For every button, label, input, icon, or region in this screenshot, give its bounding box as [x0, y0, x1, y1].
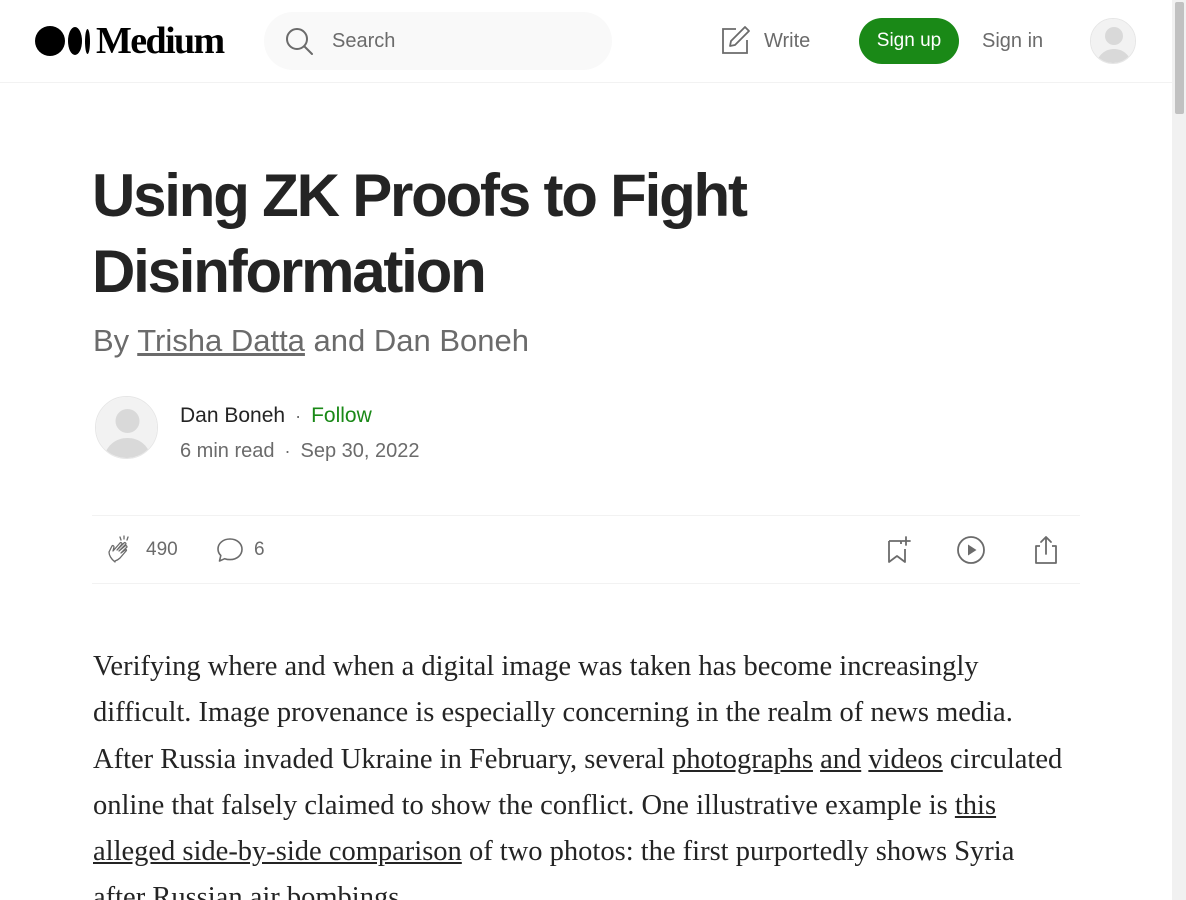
link-and[interactable]: and [820, 744, 861, 775]
paragraph-text [813, 744, 820, 775]
write-label: Write [764, 29, 811, 52]
page-scrollbar[interactable] [1172, 0, 1186, 900]
article-subtitle: By Trisha Datta and Dan Boneh [93, 322, 529, 360]
user-avatar[interactable] [1090, 18, 1136, 64]
article-paragraph: Verifying where and when a digital image… [93, 644, 1068, 900]
play-circle-icon [957, 536, 985, 564]
share-icon [1035, 536, 1057, 564]
clap-count: 490 [146, 539, 178, 560]
search-box[interactable] [264, 12, 612, 70]
author-link-trisha-datta[interactable]: Trisha Datta [137, 323, 305, 358]
author-avatar[interactable] [95, 396, 158, 459]
search-input[interactable] [332, 26, 592, 56]
bookmark-add-icon [888, 536, 911, 563]
listen-button[interactable] [955, 533, 987, 567]
author-line: Dan Boneh · Follow [180, 402, 372, 430]
write-icon [722, 26, 750, 54]
article-meta: 6 min read · Sep 30, 2022 [180, 437, 420, 465]
save-bookmark-button[interactable] [882, 533, 914, 567]
comment-icon [217, 538, 243, 562]
response-count: 6 [254, 539, 265, 560]
link-videos[interactable]: videos [868, 744, 942, 775]
separator-dot: · [295, 405, 302, 426]
write-button[interactable]: Write [718, 22, 810, 60]
clap-icon [108, 535, 129, 563]
responses-button[interactable]: 6 [214, 533, 265, 567]
sign-up-button[interactable]: Sign up [859, 18, 959, 64]
medium-logo[interactable]: Medium [35, 20, 225, 62]
link-photographs[interactable]: photographs [672, 744, 813, 775]
share-button[interactable] [1030, 533, 1062, 567]
author-name[interactable]: Dan Boneh [180, 404, 285, 428]
article-title: Using ZK Proofs to Fight Disinformation [92, 162, 748, 305]
sign-in-link[interactable]: Sign in [982, 26, 1043, 56]
medium-logo-text: Medium [96, 20, 225, 62]
subtitle-prefix: By [93, 323, 138, 358]
default-avatar-icon [1091, 19, 1135, 63]
search-icon [286, 28, 313, 55]
clap-button[interactable]: 490 [106, 533, 178, 567]
article-action-bar: 490 6 [92, 515, 1080, 584]
scrollbar-thumb[interactable] [1175, 2, 1184, 114]
top-navigation-bar: Medium Write Sign up Sign in [0, 0, 1172, 83]
follow-button[interactable]: Follow [311, 404, 372, 428]
publish-date: Sep 30, 2022 [300, 439, 420, 462]
medium-logo-mark-icon [35, 26, 90, 56]
subtitle-rest: and Dan Boneh [304, 323, 529, 358]
default-avatar-icon [96, 397, 157, 458]
read-time: 6 min read [180, 439, 275, 462]
separator-dot: · [284, 440, 291, 461]
